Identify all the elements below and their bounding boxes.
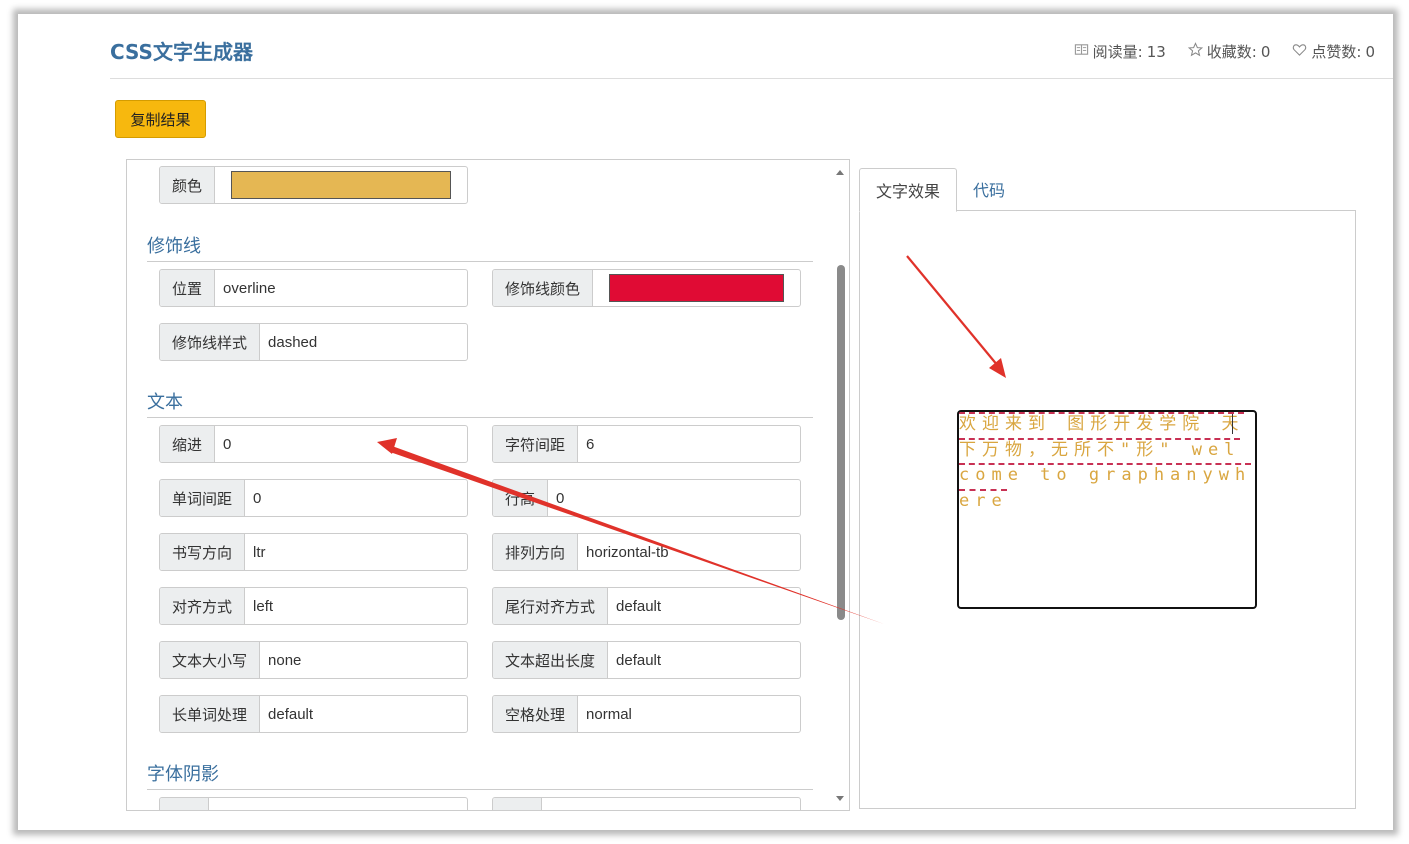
- scroll-thumb[interactable]: [837, 265, 845, 620]
- writing-mode-field[interactable]: 排列方向 horizontal-tb: [492, 533, 801, 571]
- align-last-field[interactable]: 尾行对齐方式 default: [492, 587, 801, 625]
- indent-field[interactable]: 缩进 0: [159, 425, 468, 463]
- favorites-value: 0: [1260, 42, 1271, 61]
- decoration-color-picker[interactable]: [593, 270, 800, 306]
- reads-value: 13: [1146, 42, 1166, 61]
- likes-label: 点赞数:: [1311, 43, 1362, 61]
- reads-stat: 阅读量: 13: [1074, 41, 1166, 62]
- likes-stat[interactable]: 点赞数: 0: [1292, 41, 1375, 62]
- settings-panel[interactable]: 颜色 修饰线 位置 overline 修饰线颜色 修饰线样式 dashed 文本…: [126, 159, 850, 811]
- color-swatch[interactable]: [231, 171, 451, 199]
- word-spacing-label: 单词间距: [160, 480, 246, 516]
- line-height-label: 行高: [493, 480, 549, 516]
- likes-value: 0: [1365, 42, 1375, 61]
- color-picker[interactable]: [215, 167, 467, 203]
- decoration-style-label: 修饰线样式: [160, 324, 261, 360]
- copy-result-button[interactable]: 复制结果: [115, 100, 206, 138]
- white-space-label: 空格处理: [493, 696, 579, 732]
- preview-panel: 欢迎来到 图形开发学院 天下万物，无所不"形" welcome to graph…: [859, 210, 1356, 809]
- align-select[interactable]: left: [245, 588, 467, 624]
- decoration-color-label: 修饰线颜色: [493, 270, 594, 306]
- text-preview-box: 欢迎来到 图形开发学院 天下万物，无所不"形" welcome to graph…: [957, 410, 1257, 609]
- position-select[interactable]: overline: [215, 270, 467, 306]
- settings-scrollbar[interactable]: [833, 160, 849, 810]
- word-spacing-input[interactable]: 0: [245, 480, 467, 516]
- decoration-style-select[interactable]: dashed: [260, 324, 467, 360]
- decoration-style-field[interactable]: 修饰线样式 dashed: [159, 323, 468, 361]
- line-height-field[interactable]: 行高 0: [492, 479, 801, 517]
- overflow-label: 文本超出长度: [493, 642, 609, 678]
- scroll-up-arrow-icon[interactable]: [836, 170, 844, 175]
- tab-code[interactable]: 代码: [957, 168, 1021, 210]
- word-break-label: 长单词处理: [160, 696, 261, 732]
- app-window: CSS文字生成器 阅读量: 13 收藏数: 0 点赞数: 0 复制结果 颜色 修…: [18, 14, 1393, 830]
- color-field[interactable]: 颜色: [159, 166, 468, 204]
- reads-icon: [1074, 42, 1089, 61]
- section-text-shadow: 字体阴影: [147, 760, 813, 790]
- header-divider: [110, 78, 1393, 79]
- align-last-select[interactable]: default: [608, 588, 800, 624]
- favorites-stat[interactable]: 收藏数: 0: [1187, 41, 1271, 62]
- direction-field[interactable]: 书写方向 ltr: [159, 533, 468, 571]
- color-label: 颜色: [160, 167, 216, 203]
- favorites-label: 收藏数:: [1206, 43, 1257, 61]
- word-break-field[interactable]: 长单词处理 default: [159, 695, 468, 733]
- overflow-select[interactable]: default: [608, 642, 800, 678]
- shadow-label-1: [160, 798, 209, 810]
- decoration-color-field[interactable]: 修饰线颜色: [492, 269, 801, 307]
- overflow-field[interactable]: 文本超出长度 default: [492, 641, 801, 679]
- line-height-input[interactable]: 0: [548, 480, 800, 516]
- shadow-label-2: [493, 798, 542, 810]
- section-text: 文本: [147, 388, 813, 418]
- preview-tabs: 文字效果 代码: [859, 168, 1021, 212]
- white-space-field[interactable]: 空格处理 normal: [492, 695, 801, 733]
- heart-icon[interactable]: [1292, 42, 1307, 61]
- direction-select[interactable]: ltr: [245, 534, 467, 570]
- section-decoration: 修饰线: [147, 232, 813, 262]
- letter-spacing-input[interactable]: 6: [578, 426, 800, 462]
- transform-field[interactable]: 文本大小写 none: [159, 641, 468, 679]
- align-field[interactable]: 对齐方式 left: [159, 587, 468, 625]
- transform-label: 文本大小写: [160, 642, 261, 678]
- writing-mode-select[interactable]: horizontal-tb: [578, 534, 800, 570]
- star-icon[interactable]: [1187, 42, 1203, 61]
- white-space-select[interactable]: normal: [578, 696, 800, 732]
- align-label: 对齐方式: [160, 588, 246, 624]
- transform-select[interactable]: none: [260, 642, 467, 678]
- word-spacing-field[interactable]: 单词间距 0: [159, 479, 468, 517]
- stats-bar: 阅读量: 13 收藏数: 0 点赞数: 0: [1074, 41, 1375, 62]
- position-field[interactable]: 位置 overline: [159, 269, 468, 307]
- align-last-label: 尾行对齐方式: [493, 588, 609, 624]
- letter-spacing-field[interactable]: 字符间距 6: [492, 425, 801, 463]
- page-title: CSS文字生成器: [110, 40, 253, 64]
- letter-spacing-label: 字符间距: [493, 426, 579, 462]
- shadow-input-2[interactable]: [542, 798, 800, 810]
- decoration-color-swatch[interactable]: [609, 274, 784, 302]
- word-break-select[interactable]: default: [260, 696, 467, 732]
- shadow-field-1[interactable]: [159, 797, 468, 810]
- reads-label: 阅读量:: [1092, 43, 1143, 61]
- indent-label: 缩进: [160, 426, 216, 462]
- scroll-down-arrow-icon[interactable]: [836, 796, 844, 801]
- shadow-input-1[interactable]: [209, 798, 467, 810]
- preview-text: 欢迎来到 图形开发学院 天下万物，无所不"形" welcome to graph…: [959, 414, 1252, 511]
- text-cursor: [1232, 414, 1233, 434]
- shadow-field-2[interactable]: [492, 797, 801, 810]
- indent-input[interactable]: 0: [215, 426, 467, 462]
- writing-mode-label: 排列方向: [493, 534, 579, 570]
- tab-text-effect[interactable]: 文字效果: [859, 168, 958, 212]
- position-label: 位置: [160, 270, 216, 306]
- direction-label: 书写方向: [160, 534, 246, 570]
